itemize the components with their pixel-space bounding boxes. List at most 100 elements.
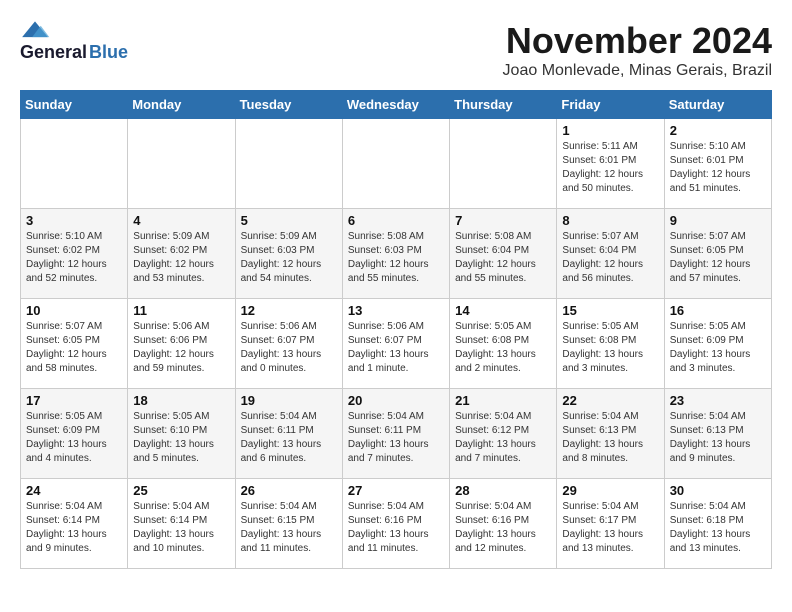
day-number: 20 (348, 393, 444, 408)
logo: General Blue (20, 20, 128, 63)
calendar-cell: 17 Sunrise: 5:05 AM Sunset: 6:09 PM Dayli… (21, 389, 128, 479)
calendar-table: SundayMondayTuesdayWednesdayThursdayFrid… (20, 90, 772, 569)
day-number: 29 (562, 483, 658, 498)
header-thursday: Thursday (450, 91, 557, 119)
month-title: November 2024 (503, 20, 772, 62)
day-number: 17 (26, 393, 122, 408)
day-number: 14 (455, 303, 551, 318)
day-info: Sunrise: 5:08 AM Sunset: 6:04 PM Dayligh… (455, 230, 551, 286)
day-number: 16 (670, 303, 766, 318)
calendar-cell: 7 Sunrise: 5:08 AM Sunset: 6:04 PM Daylig… (450, 209, 557, 299)
day-number: 11 (133, 303, 229, 318)
calendar-cell: 30 Sunrise: 5:04 AM Sunset: 6:18 PM Dayli… (664, 479, 771, 569)
calendar-cell: 8 Sunrise: 5:07 AM Sunset: 6:04 PM Daylig… (557, 209, 664, 299)
day-info: Sunrise: 5:11 AM Sunset: 6:01 PM Dayligh… (562, 140, 658, 196)
header-row: SundayMondayTuesdayWednesdayThursdayFrid… (21, 91, 772, 119)
calendar-cell: 14 Sunrise: 5:05 AM Sunset: 6:08 PM Dayli… (450, 299, 557, 389)
day-info: Sunrise: 5:07 AM Sunset: 6:04 PM Dayligh… (562, 230, 658, 286)
calendar-cell: 29 Sunrise: 5:04 AM Sunset: 6:17 PM Dayli… (557, 479, 664, 569)
day-info: Sunrise: 5:04 AM Sunset: 6:17 PM Dayligh… (562, 500, 658, 556)
header-monday: Monday (128, 91, 235, 119)
day-info: Sunrise: 5:04 AM Sunset: 6:16 PM Dayligh… (348, 500, 444, 556)
header-tuesday: Tuesday (235, 91, 342, 119)
calendar-cell: 3Sunrise: 5:10 AM Sunset: 6:02 PM Daylig… (21, 209, 128, 299)
day-number: 2 (670, 123, 766, 138)
day-info: Sunrise: 5:10 AM Sunset: 6:02 PM Dayligh… (26, 230, 122, 286)
day-info: Sunrise: 5:04 AM Sunset: 6:13 PM Dayligh… (670, 410, 766, 466)
location-title: Joao Monlevade, Minas Gerais, Brazil (503, 62, 772, 80)
day-info: Sunrise: 5:06 AM Sunset: 6:06 PM Dayligh… (133, 320, 229, 376)
day-number: 7 (455, 213, 551, 228)
calendar-cell (235, 119, 342, 209)
day-info: Sunrise: 5:05 AM Sunset: 6:09 PM Dayligh… (26, 410, 122, 466)
page-header: General Blue November 2024 Joao Monlevad… (20, 20, 772, 80)
calendar-cell: 23 Sunrise: 5:04 AM Sunset: 6:13 PM Dayli… (664, 389, 771, 479)
day-number: 27 (348, 483, 444, 498)
day-number: 25 (133, 483, 229, 498)
day-info: Sunrise: 5:06 AM Sunset: 6:07 PM Dayligh… (348, 320, 444, 376)
day-info: Sunrise: 5:06 AM Sunset: 6:07 PM Dayligh… (241, 320, 337, 376)
calendar-cell: 25 Sunrise: 5:04 AM Sunset: 6:14 PM Dayli… (128, 479, 235, 569)
day-info: Sunrise: 5:05 AM Sunset: 6:08 PM Dayligh… (562, 320, 658, 376)
calendar-cell (128, 119, 235, 209)
day-number: 19 (241, 393, 337, 408)
logo-blue: Blue (89, 42, 128, 63)
day-number: 15 (562, 303, 658, 318)
calendar-cell: 16 Sunrise: 5:05 AM Sunset: 6:09 PM Dayli… (664, 299, 771, 389)
calendar-cell: 22 Sunrise: 5:04 AM Sunset: 6:13 PM Dayli… (557, 389, 664, 479)
day-number: 12 (241, 303, 337, 318)
calendar-week-0: 1Sunrise: 5:11 AM Sunset: 6:01 PM Daylig… (21, 119, 772, 209)
title-area: November 2024 Joao Monlevade, Minas Gera… (503, 20, 772, 80)
day-info: Sunrise: 5:07 AM Sunset: 6:05 PM Dayligh… (670, 230, 766, 286)
day-number: 30 (670, 483, 766, 498)
calendar-cell: 5Sunrise: 5:09 AM Sunset: 6:03 PM Daylig… (235, 209, 342, 299)
day-info: Sunrise: 5:04 AM Sunset: 6:16 PM Dayligh… (455, 500, 551, 556)
day-number: 18 (133, 393, 229, 408)
calendar-cell: 1Sunrise: 5:11 AM Sunset: 6:01 PM Daylig… (557, 119, 664, 209)
day-number: 8 (562, 213, 658, 228)
calendar-cell: 28 Sunrise: 5:04 AM Sunset: 6:16 PM Dayli… (450, 479, 557, 569)
calendar-week-3: 17 Sunrise: 5:05 AM Sunset: 6:09 PM Dayli… (21, 389, 772, 479)
calendar-cell: 6Sunrise: 5:08 AM Sunset: 6:03 PM Daylig… (342, 209, 449, 299)
day-info: Sunrise: 5:04 AM Sunset: 6:15 PM Dayligh… (241, 500, 337, 556)
day-info: Sunrise: 5:07 AM Sunset: 6:05 PM Dayligh… (26, 320, 122, 376)
calendar-cell: 27 Sunrise: 5:04 AM Sunset: 6:16 PM Dayli… (342, 479, 449, 569)
logo-general: General (20, 42, 87, 63)
day-info: Sunrise: 5:09 AM Sunset: 6:03 PM Dayligh… (241, 230, 337, 286)
day-number: 24 (26, 483, 122, 498)
day-number: 22 (562, 393, 658, 408)
header-saturday: Saturday (664, 91, 771, 119)
day-number: 23 (670, 393, 766, 408)
day-number: 6 (348, 213, 444, 228)
calendar-cell: 9 Sunrise: 5:07 AM Sunset: 6:05 PM Daylig… (664, 209, 771, 299)
calendar-cell: 24Sunrise: 5:04 AM Sunset: 6:14 PM Dayli… (21, 479, 128, 569)
day-info: Sunrise: 5:10 AM Sunset: 6:01 PM Dayligh… (670, 140, 766, 196)
day-info: Sunrise: 5:04 AM Sunset: 6:13 PM Dayligh… (562, 410, 658, 466)
day-info: Sunrise: 5:04 AM Sunset: 6:11 PM Dayligh… (241, 410, 337, 466)
day-info: Sunrise: 5:04 AM Sunset: 6:14 PM Dayligh… (133, 500, 229, 556)
calendar-cell: 4Sunrise: 5:09 AM Sunset: 6:02 PM Daylig… (128, 209, 235, 299)
day-number: 28 (455, 483, 551, 498)
calendar-cell: 13Sunrise: 5:06 AM Sunset: 6:07 PM Dayli… (342, 299, 449, 389)
day-info: Sunrise: 5:05 AM Sunset: 6:10 PM Dayligh… (133, 410, 229, 466)
day-info: Sunrise: 5:05 AM Sunset: 6:09 PM Dayligh… (670, 320, 766, 376)
day-number: 26 (241, 483, 337, 498)
day-info: Sunrise: 5:04 AM Sunset: 6:12 PM Dayligh… (455, 410, 551, 466)
header-wednesday: Wednesday (342, 91, 449, 119)
day-number: 9 (670, 213, 766, 228)
calendar-cell (21, 119, 128, 209)
day-info: Sunrise: 5:05 AM Sunset: 6:08 PM Dayligh… (455, 320, 551, 376)
calendar-cell (342, 119, 449, 209)
calendar-cell: 19 Sunrise: 5:04 AM Sunset: 6:11 PM Dayli… (235, 389, 342, 479)
day-number: 21 (455, 393, 551, 408)
calendar-cell: 15 Sunrise: 5:05 AM Sunset: 6:08 PM Dayli… (557, 299, 664, 389)
calendar-cell: 11 Sunrise: 5:06 AM Sunset: 6:06 PM Dayli… (128, 299, 235, 389)
day-info: Sunrise: 5:04 AM Sunset: 6:11 PM Dayligh… (348, 410, 444, 466)
calendar-cell: 18 Sunrise: 5:05 AM Sunset: 6:10 PM Dayli… (128, 389, 235, 479)
calendar-cell: 12 Sunrise: 5:06 AM Sunset: 6:07 PM Dayli… (235, 299, 342, 389)
header-sunday: Sunday (21, 91, 128, 119)
header-friday: Friday (557, 91, 664, 119)
calendar-cell: 21 Sunrise: 5:04 AM Sunset: 6:12 PM Dayli… (450, 389, 557, 479)
calendar-cell: 2 Sunrise: 5:10 AM Sunset: 6:01 PM Daylig… (664, 119, 771, 209)
day-info: Sunrise: 5:04 AM Sunset: 6:18 PM Dayligh… (670, 500, 766, 556)
